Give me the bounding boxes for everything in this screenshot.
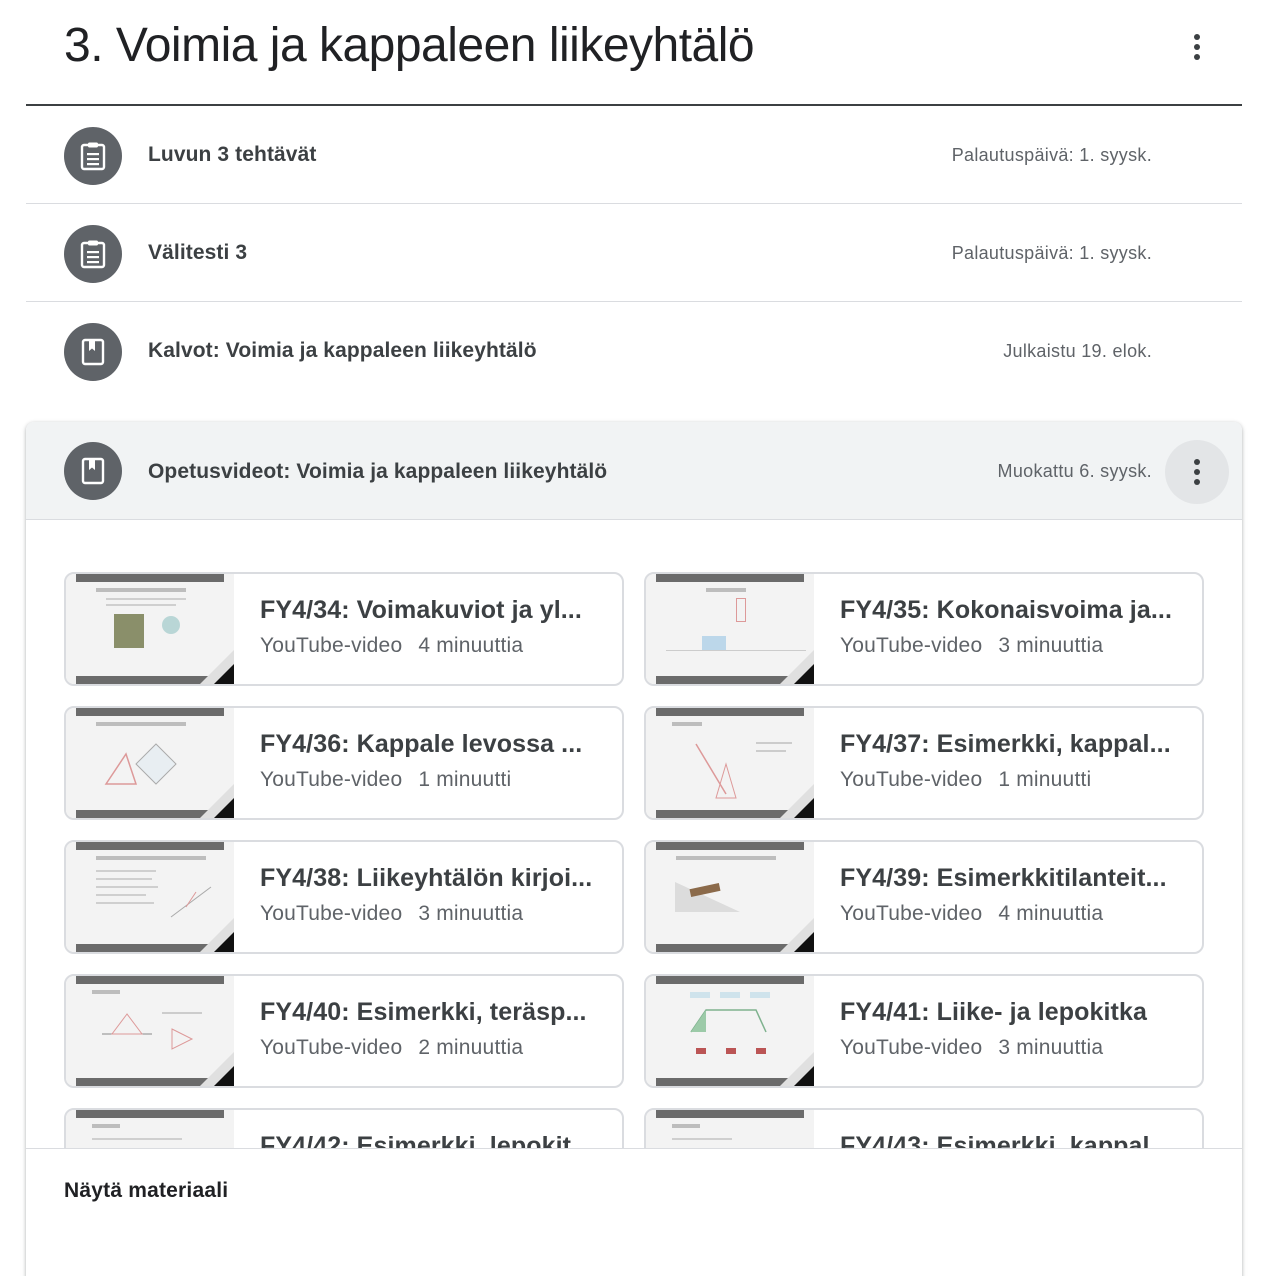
- video-thumbnail: [646, 708, 814, 818]
- video-title: FY4/37: Esimerkki, kappal...: [840, 730, 1171, 758]
- video-subtitle: YouTube-video 3 minuuttia: [260, 902, 524, 925]
- video-attachment[interactable]: FY4/43: Esimerkki, kappal... YouTube-vid…: [644, 1108, 1204, 1148]
- material-title: Opetusvideot: Voimia ja kappaleen liikey…: [148, 460, 608, 483]
- card-footer: Näytä materiaali: [26, 1148, 1242, 1276]
- video-subtitle: YouTube-video 4 minuuttia: [260, 634, 524, 657]
- video-attachment[interactable]: FY4/42: Esimerkki, lepokit... YouTube-vi…: [64, 1108, 624, 1148]
- item-published-date: Julkaistu 19. elok.: [1003, 341, 1152, 361]
- video-thumbnail: [646, 976, 814, 1086]
- video-subtitle: YouTube-video 4 minuuttia: [840, 902, 1104, 925]
- video-attachment[interactable]: FY4/38: Liikeyhtälön kirjoi... YouTube-v…: [64, 840, 624, 954]
- topic-title: 3. Voimia ja kappaleen liikeyhtälö: [64, 19, 755, 72]
- item-title: Välitesti 3: [148, 241, 248, 264]
- show-material-link[interactable]: Näytä materiaali: [64, 1179, 228, 1203]
- material-header[interactable]: Opetusvideot: Voimia ja kappaleen liikey…: [26, 422, 1242, 520]
- assignment-icon: [64, 225, 122, 283]
- topic-header: 3. Voimia ja kappaleen liikeyhtälö: [26, 0, 1242, 106]
- video-subtitle: YouTube-video 1 minuutti: [260, 768, 512, 791]
- video-thumbnail: [646, 574, 814, 684]
- video-title: FY4/39: Esimerkkitilanteit...: [840, 864, 1167, 892]
- video-thumbnail: [66, 842, 234, 952]
- item-title: Kalvot: Voimia ja kappaleen liikeyhtälö: [148, 339, 537, 362]
- video-attachment[interactable]: FY4/35: Kokonaisvoima ja... YouTube-vide…: [644, 572, 1204, 686]
- video-title: FY4/36: Kappale levossa ...: [260, 730, 583, 758]
- video-thumbnail: [66, 1110, 234, 1148]
- more-vert-icon[interactable]: [1165, 440, 1229, 504]
- video-subtitle: YouTube-video 3 minuuttia: [840, 634, 1104, 657]
- video-title: FY4/34: Voimakuviot ja yl...: [260, 596, 582, 624]
- classwork-item-slides[interactable]: Kalvot: Voimia ja kappaleen liikeyhtälö …: [26, 302, 1242, 400]
- video-thumbnail: [646, 842, 814, 952]
- more-vert-icon[interactable]: [1165, 15, 1229, 79]
- expanded-material-card: Opetusvideot: Voimia ja kappaleen liikey…: [26, 422, 1242, 1276]
- video-title: FY4/43: Esimerkki, kappal...: [840, 1132, 1171, 1148]
- video-subtitle: YouTube-video 2 minuuttia: [260, 1036, 524, 1059]
- video-thumbnail: [646, 1110, 814, 1148]
- video-attachment[interactable]: FY4/41: Liike- ja lepokitka YouTube-vide…: [644, 974, 1204, 1088]
- classwork-item-assignment[interactable]: Luvun 3 tehtävät Palautuspäivä: 1. syysk…: [26, 106, 1242, 204]
- video-thumbnail: [66, 574, 234, 684]
- video-title: FY4/35: Kokonaisvoima ja...: [840, 596, 1172, 624]
- item-title: Luvun 3 tehtävät: [148, 143, 317, 166]
- video-title: FY4/38: Liikeyhtälön kirjoi...: [260, 864, 593, 892]
- video-title: FY4/42: Esimerkki, lepokit...: [260, 1132, 593, 1148]
- item-due-date: Palautuspäivä: 1. syysk.: [951, 145, 1152, 165]
- video-title: FY4/41: Liike- ja lepokitka: [840, 998, 1147, 1026]
- video-attachment[interactable]: FY4/34: Voimakuviot ja yl... YouTube-vid…: [64, 572, 624, 686]
- video-thumbnail: [66, 708, 234, 818]
- item-due-date: Palautuspäivä: 1. syysk.: [951, 243, 1152, 263]
- video-thumbnail: [66, 976, 234, 1086]
- assignment-icon: [64, 127, 122, 185]
- video-subtitle: YouTube-video 1 minuutti: [840, 768, 1092, 791]
- video-title: FY4/40: Esimerkki, teräsp...: [260, 998, 587, 1026]
- material-icon: [64, 323, 122, 381]
- video-grid: FY4/34: Voimakuviot ja yl... YouTube-vid…: [26, 520, 1242, 1148]
- material-icon: [64, 442, 122, 500]
- classwork-item-quiz[interactable]: Välitesti 3 Palautuspäivä: 1. syysk.: [26, 204, 1242, 302]
- video-attachment[interactable]: FY4/36: Kappale levossa ... YouTube-vide…: [64, 706, 624, 820]
- video-attachment[interactable]: FY4/39: Esimerkkitilanteit... YouTube-vi…: [644, 840, 1204, 954]
- material-edited-date: Muokattu 6. syysk.: [997, 461, 1152, 481]
- video-attachment[interactable]: FY4/40: Esimerkki, teräsp... YouTube-vid…: [64, 974, 624, 1088]
- video-subtitle: YouTube-video 3 minuuttia: [840, 1036, 1104, 1059]
- video-attachment[interactable]: FY4/37: Esimerkki, kappal... YouTube-vid…: [644, 706, 1204, 820]
